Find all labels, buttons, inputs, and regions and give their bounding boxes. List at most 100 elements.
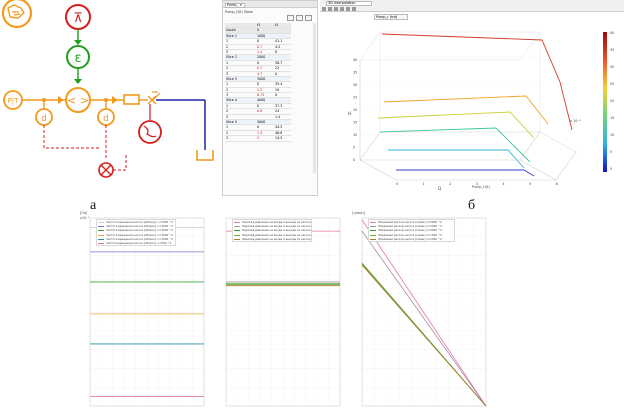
table-cell: 5000 <box>257 120 266 125</box>
table-cell: 3 <box>226 71 229 76</box>
table-cell: Slice 1 <box>226 33 237 38</box>
colorbar-tick-label: 20 <box>610 99 614 103</box>
pump-control-schematic: ⊼ ε < > P|T d d <box>1 0 214 178</box>
surface-slice <box>377 111 535 139</box>
z-tick-label: 35 <box>353 71 357 75</box>
table-cell: 0 <box>257 125 260 130</box>
table-cell: 3 <box>226 93 229 98</box>
table-cell: 3000 <box>257 76 266 81</box>
grid-icon[interactable] <box>296 15 303 21</box>
x-tick-label: 4 <box>502 182 504 186</box>
table-cell: 24 <box>275 109 280 114</box>
table-tab[interactable]: Pump_ × <box>225 2 245 8</box>
chart-icon[interactable] <box>287 15 294 21</box>
legend-entry[interactable]: Объемный расход насоса [л/мин] n=1000 ^2 <box>369 237 454 241</box>
legend-swatch <box>98 222 104 223</box>
table-cell: 22 <box>275 66 280 71</box>
line-chart-3: [л/мин] Объемный расход насоса [л/мин] n=… <box>352 211 492 414</box>
table-cell: Count <box>226 28 236 33</box>
table-scrollbar[interactable] <box>313 23 316 173</box>
label-b: б <box>468 198 476 213</box>
rotate-icon[interactable] <box>340 7 344 11</box>
table-cell: 1 <box>226 39 229 44</box>
legend-swatch <box>234 234 240 236</box>
z-tick-label: 15 <box>353 121 357 125</box>
table-cell: 0 <box>257 60 260 65</box>
export-icon[interactable] <box>352 7 356 11</box>
col-header: t1 <box>275 23 279 27</box>
zoom-in-icon[interactable] <box>328 7 332 11</box>
legend-label: Частота вращения насоса [об/мин], n=500 … <box>106 240 172 245</box>
table-cell: Slice 3 <box>226 76 237 81</box>
z-tick-label: 10 <box>353 133 357 137</box>
x-tick-label: 6 <box>556 182 558 186</box>
table-cell: 4.7 <box>257 71 263 76</box>
x-tick-label: 1 <box>423 182 425 186</box>
plot-bottom-label: Pump_H(t) <box>472 185 490 189</box>
pan-icon[interactable] <box>346 7 350 11</box>
table-cell: 1 <box>226 125 229 130</box>
filter-right-label: d <box>103 114 109 124</box>
table-cell: 46.8 <box>275 130 283 135</box>
table-window: Pump_ × Pump_H(t) Table t1 t1 Count 5 Slic… <box>222 0 318 196</box>
surface-slice <box>396 169 535 177</box>
table-tabbar: Pump_ × <box>223 1 317 8</box>
surface-plot: 0510152025303540 0123456 H Q x 10⁻³ Pump… <box>348 31 614 191</box>
legend-swatch <box>98 234 104 236</box>
chart-legend: Объемный расход насоса [л/мин] n=3000 ^2… <box>368 219 455 242</box>
table-cell: 5 <box>257 136 260 141</box>
legend-label: Перепад давления на входе и выходе из на… <box>242 236 311 241</box>
x-tick-label: 0 <box>396 182 398 186</box>
plot-tab[interactable]: 3D Interpolation <box>326 1 372 6</box>
surface-slice <box>388 149 525 169</box>
pressure-sensor: P|T <box>3 90 23 110</box>
table-row[interactable]: 3 5 14.5 <box>225 136 291 142</box>
close-icon[interactable]: × <box>239 3 242 7</box>
error-symbol: ε <box>74 51 81 66</box>
colorbar <box>603 32 607 172</box>
z-tick-label: 25 <box>353 96 357 100</box>
comparator-icon <box>98 162 114 178</box>
chart-legend: Частота вращения насоса [об/мин], n=3000… <box>96 219 176 247</box>
throttle-valve-icon <box>147 91 161 105</box>
legend-swatch <box>370 238 376 240</box>
colorbar-tick-label: 5 <box>610 150 612 154</box>
legend-swatch <box>370 230 376 232</box>
legend-swatch <box>370 222 376 223</box>
legend-swatch <box>370 226 376 228</box>
table-cell: 4.5 <box>275 44 281 49</box>
figure: ⊼ ε < > P|T d d а б Pump_ × Pump_H(t) Ta… <box>0 0 624 416</box>
table-cell: Slice 2 <box>226 55 237 60</box>
settings-icon[interactable] <box>305 15 312 21</box>
table-cell: 0.7 <box>257 66 263 71</box>
table-cell: 1.2 <box>257 87 263 92</box>
plot-toolbar: 3D Interpolation <box>320 0 624 12</box>
legend-entry[interactable]: Частота вращения насоса [об/мин], n=500 … <box>97 241 175 245</box>
table-cell: 0 <box>257 103 260 108</box>
legend-entry[interactable]: Перепад давления на входе и выходе из на… <box>233 237 311 241</box>
table-cell: 1.4 <box>275 114 281 119</box>
table-cell: 5 <box>257 28 260 33</box>
filter-left: d <box>35 108 53 126</box>
line-chart-2: Перепад давления на входе и выходе из на… <box>216 214 346 414</box>
z-tick-label: 0 <box>353 158 355 162</box>
table-cell: 3 <box>226 114 229 119</box>
table-body: Count 5 Slice 1 1000 1 0 41.1 2 0.7 4.5 3 1.4 0 Slice… <box>225 28 291 142</box>
colorbar-tick-label: 10 <box>610 133 614 137</box>
table-cell: 2 <box>226 109 229 114</box>
table-cell: 2 <box>226 66 229 71</box>
table-cell: 37.3 <box>275 103 283 108</box>
filter-left-label: d <box>41 114 47 124</box>
legend-label: Объемный расход насоса [л/мин] n=1000 ^2 <box>378 236 442 241</box>
colorbar-tick-label: 0 <box>610 167 612 171</box>
table-cell: 41.1 <box>275 39 283 44</box>
table-cell: 0 <box>257 82 260 87</box>
table-title: Pump_H(t) Table <box>225 10 253 14</box>
colorbar-tick-label: 35 <box>610 48 614 52</box>
colorbar-tick-label: 15 <box>610 116 614 120</box>
pump-block: < > <box>65 87 91 113</box>
zoom-out-icon[interactable] <box>334 7 338 11</box>
pressure-sensor-label: P|T <box>8 97 20 105</box>
home-icon[interactable] <box>322 7 326 11</box>
table-cell: 0.8 <box>257 109 263 114</box>
